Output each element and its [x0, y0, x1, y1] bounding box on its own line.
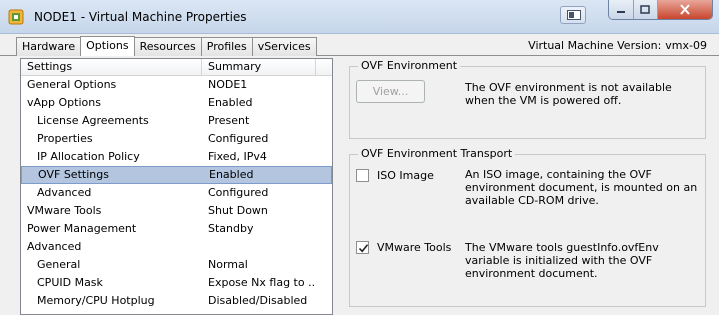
iso-image-option[interactable]: ISO Image	[356, 169, 434, 182]
setting-summary: Normal	[208, 258, 248, 271]
ovf-transport-group: OVF Environment Transport ISO Image An I…	[349, 147, 706, 307]
vmware-tools-label: VMware Tools	[377, 241, 452, 254]
settings-row[interactable]: OVF Settings Enabled	[21, 166, 332, 184]
settings-row[interactable]: License Agreements Present	[21, 112, 332, 130]
setting-summary: Present	[208, 114, 250, 127]
setting-summary: Configured	[208, 132, 269, 145]
setting-name: CPUID Mask	[37, 276, 103, 289]
setting-name: Advanced	[37, 186, 92, 199]
minimize-button[interactable]	[609, 0, 634, 19]
ovf-environment-group: OVF Environment View... The OVF environm…	[349, 59, 706, 139]
settings-row[interactable]: VMware Tools Shut Down	[21, 202, 332, 220]
vmware-tools-description: The VMware tools guestInfo.ovfEnv variab…	[465, 241, 659, 280]
settings-row[interactable]: General Options NODE1	[21, 76, 332, 94]
view-button[interactable]: View...	[356, 80, 425, 103]
vmware-tools-checkbox[interactable]	[356, 241, 369, 254]
settings-row[interactable]: IP Allocation Policy Fixed, IPv4	[21, 148, 332, 166]
vsphere-app-icon	[8, 9, 24, 25]
close-button[interactable]	[658, 0, 712, 19]
setting-name: General Options	[27, 78, 117, 91]
settings-row[interactable]: Power Management Standby	[21, 220, 332, 238]
vm-version: Virtual Machine Version: vmx-09	[524, 39, 707, 52]
ovf-environment-message: The OVF environment is not available whe…	[465, 81, 672, 107]
tab-options[interactable]: Options	[80, 36, 135, 56]
window-thumbnail-icon	[567, 10, 581, 20]
setting-name: Memory/CPU Hotplug	[37, 294, 155, 307]
setting-summary: Disabled/Disabled	[208, 294, 308, 307]
setting-name: General	[37, 258, 81, 271]
vmware-tools-option[interactable]: VMware Tools	[356, 241, 451, 254]
settings-list: Settings Summary General Options NODE1 vAp…	[20, 58, 333, 315]
iso-image-description: An ISO image, containing the OVF environ…	[465, 168, 698, 207]
setting-name: vApp Options	[27, 96, 101, 109]
setting-summary: Shut Down	[208, 204, 268, 217]
setting-summary	[202, 238, 316, 256]
setting-summary: Enabled	[208, 96, 253, 109]
tab-resources[interactable]: Resources	[133, 37, 202, 56]
settings-list-header: Settings Summary	[21, 59, 332, 76]
setting-name: Power Management	[27, 222, 137, 235]
setting-name: OVF Settings	[38, 168, 109, 181]
tab-vservices[interactable]: vServices	[251, 37, 317, 56]
setting-name: License Agreements	[37, 114, 149, 127]
tab-strip: Hardware Options Resources Profiles vService…	[0, 34, 719, 56]
setting-summary: Standby	[208, 222, 254, 235]
window-thumbnail-button[interactable]	[560, 6, 586, 24]
settings-row[interactable]: Advanced Configured	[21, 184, 332, 202]
tab-profiles[interactable]: Profiles	[200, 37, 253, 56]
setting-name: VMware Tools	[27, 204, 102, 217]
settings-row[interactable]: CPUID Mask Expose Nx flag to ...	[21, 274, 332, 292]
setting-summary: Configured	[208, 186, 269, 199]
setting-summary: Enabled	[209, 168, 254, 181]
ovf-environment-title: OVF Environment	[358, 59, 461, 72]
tab-hardware[interactable]: Hardware	[16, 37, 82, 56]
title-bar: NODE1 - Virtual Machine Properties	[0, 0, 719, 34]
settings-column-header[interactable]: Settings	[21, 59, 202, 75]
setting-summary: Expose Nx flag to ...	[208, 276, 316, 289]
settings-row[interactable]: Advanced	[21, 238, 332, 256]
close-icon	[680, 4, 690, 15]
setting-summary: Fixed, IPv4	[208, 150, 267, 163]
settings-row[interactable]: vApp Options Enabled	[21, 94, 332, 112]
setting-name: Advanced	[27, 240, 82, 253]
checkmark-icon	[358, 244, 369, 253]
ovf-transport-title: OVF Environment Transport	[358, 147, 516, 160]
setting-name: IP Allocation Policy	[37, 150, 140, 163]
maximize-icon	[640, 4, 651, 14]
window-title: NODE1 - Virtual Machine Properties	[34, 10, 247, 24]
options-panel: Settings Summary General Options NODE1 vAp…	[0, 56, 719, 315]
setting-summary: NODE1	[208, 78, 248, 91]
setting-name: Properties	[37, 132, 93, 145]
settings-row[interactable]: Memory/CPU Hotplug Disabled/Disabled	[21, 292, 332, 310]
settings-row[interactable]: General Normal	[21, 256, 332, 274]
summary-column-header[interactable]: Summary	[202, 59, 316, 75]
minimize-icon	[616, 10, 625, 13]
vm-version-label: Virtual Machine Version:	[528, 39, 662, 52]
vm-version-value: vmx-09	[665, 39, 707, 52]
iso-image-label: ISO Image	[377, 169, 434, 182]
maximize-button[interactable]	[633, 0, 659, 19]
settings-rows: General Options NODE1 vApp Options Enabled L…	[21, 76, 332, 310]
iso-image-checkbox[interactable]	[356, 169, 369, 182]
tab-list: Hardware Options Resources Profiles vService…	[16, 36, 317, 57]
settings-row[interactable]: Properties Configured	[21, 130, 332, 148]
window-controls	[608, 0, 713, 20]
